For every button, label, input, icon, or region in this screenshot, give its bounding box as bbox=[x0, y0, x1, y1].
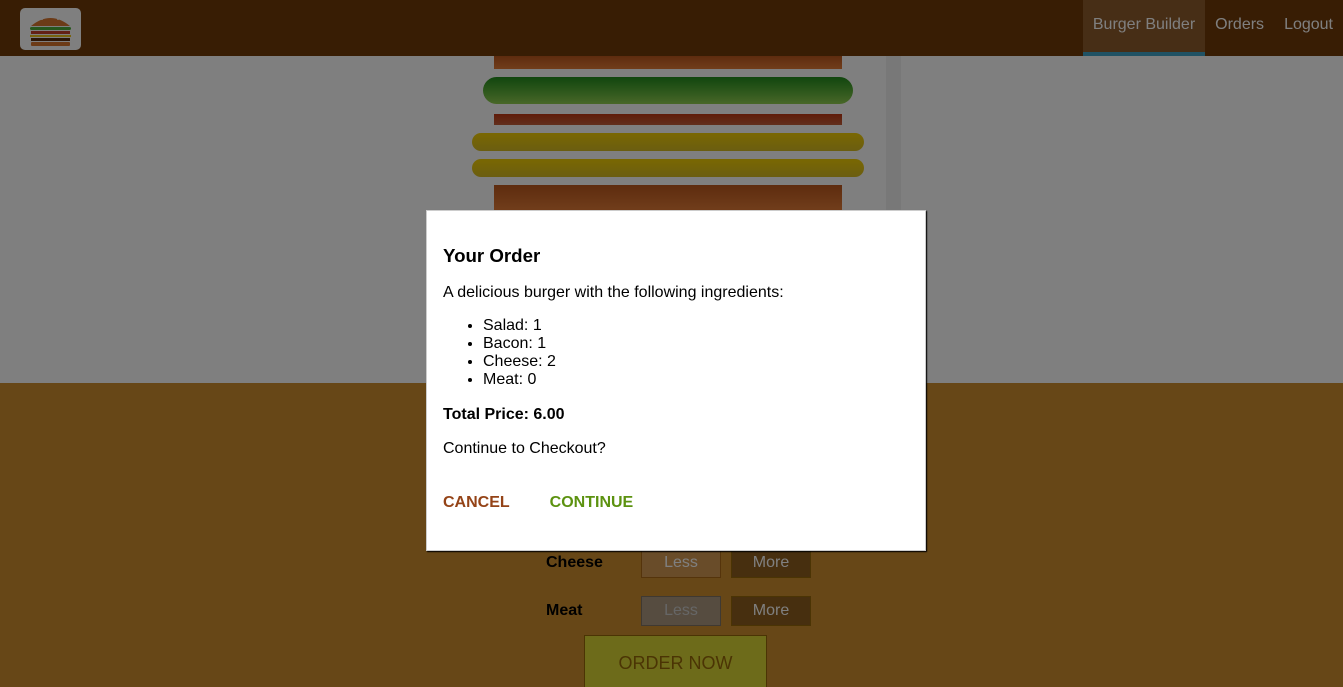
ingredient-item: Bacon: 1 bbox=[483, 335, 909, 353]
ingredient-item: Meat: 0 bbox=[483, 371, 909, 389]
modal-intro: A delicious burger with the following in… bbox=[443, 284, 784, 301]
modal-actions: CANCEL CONTINUE bbox=[443, 493, 909, 513]
order-summary-modal: Your Order A delicious burger with the f… bbox=[426, 210, 926, 551]
continue-button[interactable]: CONTINUE bbox=[550, 493, 634, 513]
ingredient-item: Cheese: 2 bbox=[483, 353, 909, 371]
modal-title: Your Order bbox=[443, 245, 541, 266]
ingredient-item: Salad: 1 bbox=[483, 317, 909, 335]
total-price: Total Price: 6.00 bbox=[443, 406, 565, 423]
ingredient-list: Salad: 1 Bacon: 1 Cheese: 2 Meat: 0 bbox=[443, 317, 909, 389]
checkout-question: Continue to Checkout? bbox=[443, 440, 606, 457]
cancel-button[interactable]: CANCEL bbox=[443, 493, 510, 513]
